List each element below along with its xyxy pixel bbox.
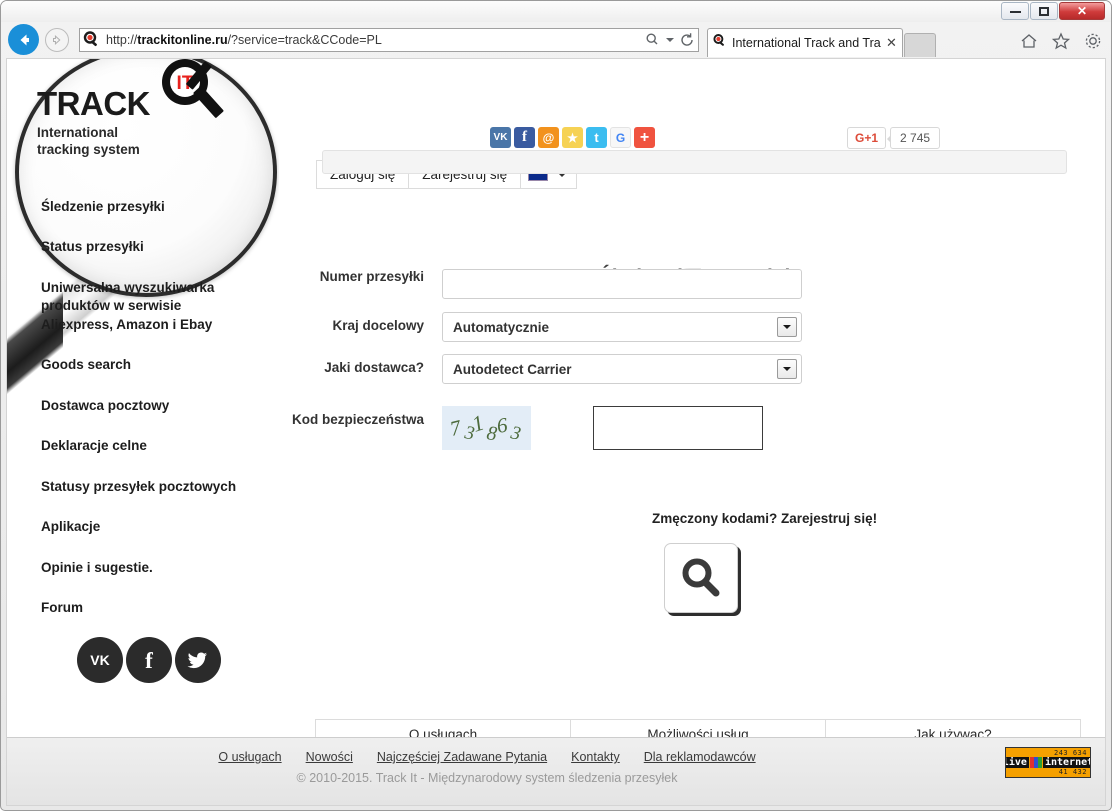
sidebar-item-sledzenie-przesylki[interactable]: Śledzenie przesyłki <box>41 198 256 216</box>
tab-strip: International Track and Tra... ✕ <box>707 25 936 57</box>
page-viewport: TRACK International tracking system IT Ś… <box>6 58 1106 806</box>
counter-label-right: internet <box>1043 757 1091 768</box>
new-tab-button[interactable] <box>904 33 936 57</box>
sidebar-item-status-przesylki[interactable]: Status przesyłki <box>41 238 256 256</box>
dropdown-caret-icon[interactable] <box>664 29 676 51</box>
close-icon: ✕ <box>1077 4 1087 18</box>
counter-visitors: 41 432 <box>1059 768 1087 776</box>
social-share-bar: VK f @ ★ t G + <box>490 127 655 148</box>
address-domain: trackitonline.ru <box>137 33 227 47</box>
address-bar[interactable]: http://trackitonline.ru/?service=track&C… <box>79 28 699 52</box>
close-button[interactable]: ✕ <box>1059 2 1105 20</box>
title-bar: ✕ <box>1 1 1111 22</box>
label-numer-przesylki: Numer przesyłki <box>202 269 442 284</box>
footer-link-dla-reklamodawcow[interactable]: Dla reklamodawców <box>644 750 756 764</box>
counter-label-left: live <box>1005 757 1029 768</box>
vk-share-icon[interactable]: VK <box>490 127 511 148</box>
logo-magnifier-icon: IT <box>149 59 235 127</box>
svg-text:6: 6 <box>495 413 510 438</box>
label-kod-bezpieczenstwa: Kod bezpieczeństwa <box>202 406 442 427</box>
browser-window: ✕ http://trackitonline.ru/?service=track… <box>0 0 1112 811</box>
label-jaki-dostawca: Jaki dostawca? <box>202 354 442 375</box>
ad-placeholder-banner <box>322 150 1067 174</box>
sidebar-item-aplikacje[interactable]: Aplikacje <box>41 518 256 536</box>
sidebar-social-links: VK f <box>77 637 221 683</box>
address-bar-text: http://trackitonline.ru/?service=track&C… <box>102 33 642 47</box>
facebook-share-icon[interactable]: f <box>514 127 535 148</box>
field-row-country: Kraj docelowy Automatycznie <box>202 312 802 342</box>
label-kraj-docelowy: Kraj docelowy <box>202 312 442 333</box>
svg-text:f: f <box>145 648 153 673</box>
back-arrow-icon <box>15 31 33 49</box>
field-row-carrier: Jaki dostawca? Autodetect Carrier <box>202 354 802 384</box>
footer-links: O usługach Nowości Najczęściej Zadawane … <box>7 750 967 764</box>
destination-country-select[interactable]: Automatycznie <box>442 312 802 342</box>
tab-title: International Track and Tra... <box>732 36 881 50</box>
svg-text:VK: VK <box>90 652 109 668</box>
tracking-number-input[interactable] <box>442 269 802 299</box>
minimize-icon <box>1010 10 1021 13</box>
svg-text:7: 7 <box>447 415 464 441</box>
svg-text:3: 3 <box>508 422 523 445</box>
counter-chart-icon <box>1030 757 1042 768</box>
sidebar-item-opinie-i-sugestie[interactable]: Opinie i sugestie. <box>41 559 256 577</box>
more-share-icon[interactable]: + <box>634 127 655 148</box>
minimize-button[interactable] <box>1001 2 1029 20</box>
sidebar-item-forum[interactable]: Forum <box>41 599 256 617</box>
vk-icon[interactable]: VK <box>77 637 123 683</box>
footer-link-nowosci[interactable]: Nowości <box>306 750 353 764</box>
twitter-share-icon[interactable]: t <box>586 127 607 148</box>
browser-toolbar-icons <box>1019 31 1103 51</box>
address-path: /?service=track&CCode=PL <box>228 33 382 47</box>
forward-arrow-icon <box>50 33 64 47</box>
field-row-captcha: Kod bezpieczeństwa 7 3 1 8 6 3 <box>202 406 763 450</box>
maximize-icon <box>1039 7 1049 16</box>
search-dropdown-icon[interactable] <box>642 29 664 51</box>
window-controls: ✕ <box>1000 2 1105 20</box>
gplus-count-badge: 2 745 <box>890 127 940 149</box>
captcha-image: 7 3 1 8 6 3 <box>442 406 531 450</box>
facebook-icon[interactable]: f <box>126 637 172 683</box>
captcha-register-hint[interactable]: Zmęczony kodami? Zarejestruj się! <box>652 511 877 526</box>
home-icon[interactable] <box>1019 31 1039 51</box>
forward-button[interactable] <box>45 28 69 52</box>
navigation-bar: http://trackitonline.ru/?service=track&C… <box>1 22 1111 58</box>
footer-link-kontakty[interactable]: Kontakty <box>571 750 620 764</box>
tab-favicon-icon <box>712 33 728 54</box>
twitter-icon[interactable] <box>175 637 221 683</box>
logo-tagline-line1: International <box>37 125 247 142</box>
google-share-icon[interactable]: G <box>610 127 631 148</box>
gear-icon[interactable] <box>1083 31 1103 51</box>
counter-views: 243 634 <box>1054 749 1087 757</box>
field-row-tracking-number: Numer przesyłki <box>202 269 802 299</box>
carrier-value: Autodetect Carrier <box>453 362 572 377</box>
search-icon <box>678 555 724 601</box>
logo-tagline: International tracking system <box>37 125 247 159</box>
odnoklassniki-share-icon[interactable]: ★ <box>562 127 583 148</box>
sidebar-item-statusy-przesylek[interactable]: Statusy przesyłek pocztowych <box>41 478 256 496</box>
maximize-button[interactable] <box>1030 2 1058 20</box>
captcha-input[interactable] <box>593 406 763 450</box>
page-footer: O usługach Nowości Najczęściej Zadawane … <box>7 737 1105 805</box>
mailru-share-icon[interactable]: @ <box>538 127 559 148</box>
carrier-select[interactable]: Autodetect Carrier <box>442 354 802 384</box>
footer-link-o-uslugach[interactable]: O usługach <box>218 750 281 764</box>
counter-logo: live internet <box>1005 757 1091 768</box>
favorites-star-icon[interactable] <box>1051 31 1071 51</box>
google-plus-one-widget: G+1 2 745 <box>847 127 940 149</box>
site-favicon-icon <box>82 30 102 50</box>
tab-close-icon[interactable]: ✕ <box>885 35 898 51</box>
chevron-down-icon <box>777 317 797 337</box>
back-button[interactable] <box>8 24 39 55</box>
gplus-one-button[interactable]: G+1 <box>847 127 886 149</box>
destination-country-value: Automatycznie <box>453 320 549 335</box>
copyright-text: © 2010-2015. Track It - Międzynarodowy s… <box>7 771 967 785</box>
footer-link-faq[interactable]: Najczęściej Zadawane Pytania <box>377 750 547 764</box>
logo-tagline-line2: tracking system <box>37 142 247 159</box>
search-submit-button[interactable] <box>664 543 738 613</box>
browser-tab[interactable]: International Track and Tra... ✕ <box>707 28 903 57</box>
chevron-down-icon <box>777 359 797 379</box>
refresh-icon[interactable] <box>676 29 698 51</box>
liveinternet-counter[interactable]: 243 634 live internet 41 432 <box>1005 747 1091 778</box>
